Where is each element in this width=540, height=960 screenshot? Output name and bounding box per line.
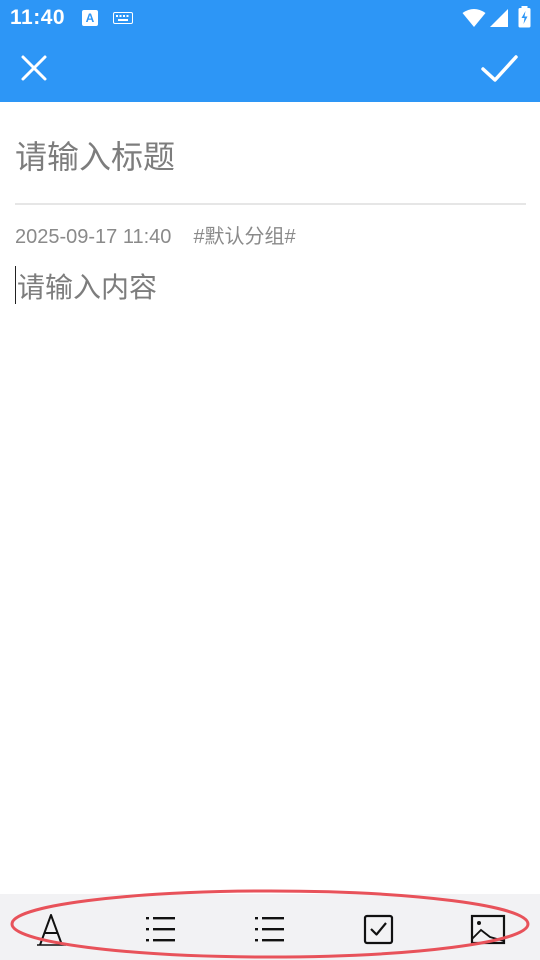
title-input[interactable] <box>15 132 525 182</box>
app-header: 11:40 A <box>0 0 540 102</box>
text-format-button[interactable] <box>32 912 72 948</box>
wifi-icon <box>462 9 486 27</box>
text-format-icon <box>37 914 66 946</box>
battery-icon <box>518 6 531 28</box>
keyboard-icon <box>113 12 133 24</box>
check-icon <box>481 55 518 82</box>
bulleted-list-icon <box>146 917 175 942</box>
close-icon <box>21 55 47 81</box>
input-method-icon: A <box>82 10 98 26</box>
numbered-list-icon <box>255 917 284 942</box>
format-toolbar <box>0 894 540 960</box>
title-divider <box>15 203 526 205</box>
group-tag[interactable]: #默认分组# <box>193 226 295 248</box>
status-bar: 11:40 A <box>0 0 540 36</box>
signal-icon <box>490 9 508 27</box>
status-time: 11:40 <box>10 6 66 29</box>
insert-image-button[interactable] <box>468 912 508 948</box>
checkbox-icon <box>363 914 394 945</box>
note-meta: 2025-09-17 11:40 #默认分组# <box>15 220 296 249</box>
bulleted-list-button[interactable] <box>140 912 180 948</box>
image-icon <box>470 914 506 945</box>
numbered-list-button[interactable] <box>249 912 289 948</box>
close-button[interactable] <box>14 48 54 88</box>
note-timestamp: 2025-09-17 11:40 <box>15 226 172 248</box>
confirm-button[interactable] <box>478 48 522 88</box>
text-cursor <box>15 266 16 304</box>
content-input[interactable] <box>17 266 525 866</box>
checkbox-button[interactable] <box>358 912 398 948</box>
note-editor-screen: 11:40 A 请输入标题 2025-09-17 11:40 #默认分组# 请输… <box>0 0 540 960</box>
